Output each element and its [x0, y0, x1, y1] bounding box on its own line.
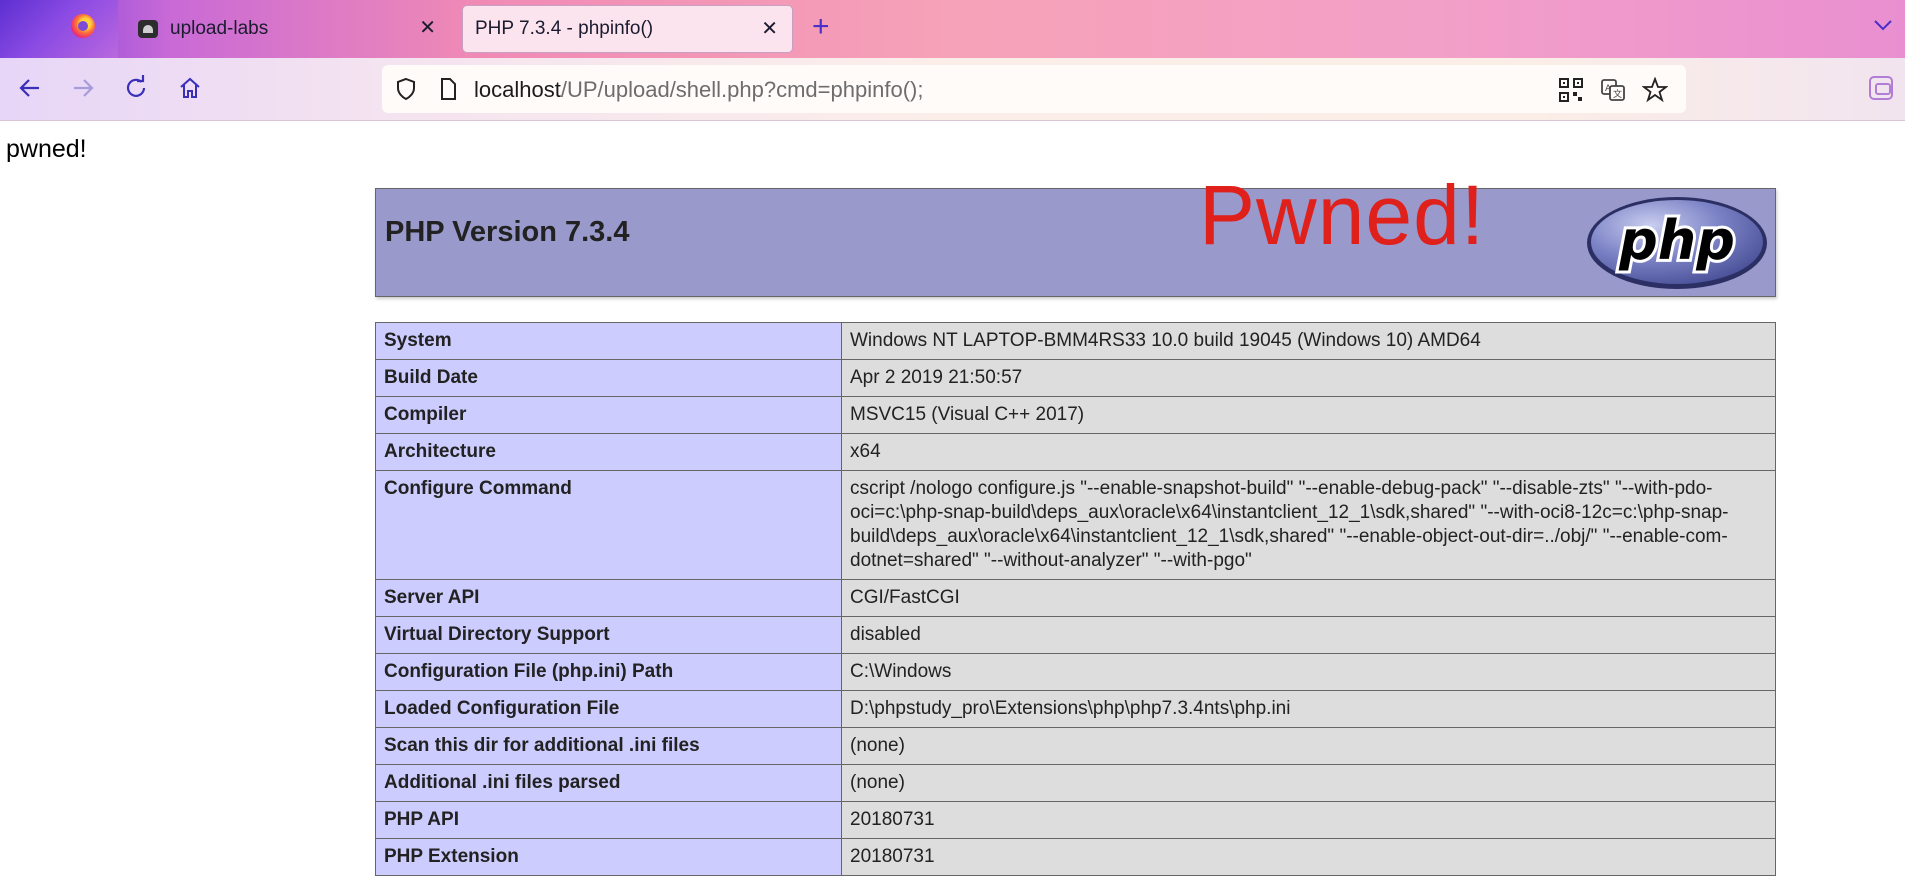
- row-value: Apr 2 2019 21:50:57: [841, 359, 1776, 397]
- firefox-logo-icon: [71, 14, 95, 38]
- table-row: PHP Extension 20180731: [375, 838, 1776, 876]
- tab-favicon-icon: [138, 20, 158, 38]
- url-path: /UP/upload/shell.php?cmd=phpinfo();: [560, 77, 924, 102]
- row-value: (none): [841, 764, 1776, 802]
- tab-phpinfo[interactable]: PHP 7.3.4 - phpinfo() ✕: [462, 5, 793, 53]
- translate-icon[interactable]: A文: [1600, 77, 1626, 103]
- plus-icon[interactable]: +: [812, 8, 830, 46]
- row-value: CGI/FastCGI: [841, 579, 1776, 617]
- qr-code-icon[interactable]: [1558, 77, 1584, 103]
- url-bar[interactable]: localhost/UP/upload/shell.php?cmd=phpinf…: [382, 65, 1686, 113]
- table-row: Configure Command cscript /nologo configu…: [375, 470, 1776, 580]
- table-row: Compiler MSVC15 (Visual C++ 2017): [375, 396, 1776, 434]
- back-arrow-icon[interactable]: [12, 70, 48, 106]
- star-icon[interactable]: [1642, 77, 1668, 103]
- row-value: D:\phpstudy_pro\Extensions\php\php7.3.4n…: [841, 690, 1776, 728]
- echo-output-text: pwned!: [6, 135, 87, 163]
- row-label: Scan this dir for additional .ini files: [375, 727, 842, 765]
- url-host: localhost: [474, 77, 561, 102]
- row-label: Configuration File (php.ini) Path: [375, 653, 842, 691]
- row-value: (none): [841, 727, 1776, 765]
- tab-title: PHP 7.3.4 - phpinfo(): [475, 18, 654, 39]
- row-value: 20180731: [841, 801, 1776, 839]
- row-value: Windows NT LAPTOP-BMM4RS33 10.0 build 19…: [841, 322, 1776, 360]
- table-row: System Windows NT LAPTOP-BMM4RS33 10.0 bu…: [375, 322, 1776, 360]
- row-value: cscript /nologo configure.js "--enable-s…: [841, 470, 1776, 580]
- row-label: Loaded Configuration File: [375, 690, 842, 728]
- chevron-down-icon[interactable]: [1873, 14, 1893, 37]
- table-row: Build Date Apr 2 2019 21:50:57: [375, 359, 1776, 397]
- row-label: Server API: [375, 579, 842, 617]
- row-label: Architecture: [375, 433, 842, 471]
- row-value: 20180731: [841, 838, 1776, 876]
- close-icon[interactable]: ✕: [761, 15, 778, 43]
- page-title: PHP Version 7.3.4: [385, 216, 630, 248]
- home-icon[interactable]: [172, 70, 208, 106]
- tab-strip: upload-labs ✕ PHP 7.3.4 - phpinfo() ✕ +: [0, 0, 1905, 58]
- php-logo-text: php: [1618, 209, 1735, 272]
- row-label: Additional .ini files parsed: [375, 764, 842, 802]
- phpinfo-table: System Windows NT LAPTOP-BMM4RS33 10.0 bu…: [375, 322, 1776, 876]
- row-value: x64: [841, 433, 1776, 471]
- table-row: PHP API 20180731: [375, 801, 1776, 839]
- row-label: Configure Command: [375, 470, 842, 580]
- svg-text:A: A: [1605, 84, 1612, 94]
- table-row: Architecture x64: [375, 433, 1776, 471]
- pwned-overlay-text: Pwned!: [1199, 168, 1486, 262]
- php-logo-icon[interactable]: php php: [1585, 195, 1769, 291]
- php-version-header: PHP Version 7.3.4 Pwned! php php: [375, 168, 1776, 297]
- row-value: C:\Windows: [841, 653, 1776, 691]
- table-row: Scan this dir for additional .ini files(…: [375, 727, 1776, 765]
- row-label: PHP Extension: [375, 838, 842, 876]
- firefox-view-button[interactable]: [0, 0, 118, 58]
- row-label: Compiler: [375, 396, 842, 434]
- row-label: System: [375, 322, 842, 360]
- row-value: disabled: [841, 616, 1776, 654]
- page-icon[interactable]: [436, 77, 460, 101]
- nav-toolbar: localhost/UP/upload/shell.php?cmd=phpinf…: [0, 58, 1905, 121]
- table-row: Server API CGI/FastCGI: [375, 579, 1776, 617]
- tab-upload-labs[interactable]: upload-labs ✕: [128, 5, 450, 53]
- reload-icon[interactable]: [118, 70, 154, 106]
- row-label: PHP API: [375, 801, 842, 839]
- table-row: Additional .ini files parsed (none): [375, 764, 1776, 802]
- row-label: Build Date: [375, 359, 842, 397]
- close-icon[interactable]: ✕: [419, 14, 436, 42]
- table-row: Configuration File (php.ini) Path C:\Wind…: [375, 653, 1776, 691]
- url-text[interactable]: localhost/UP/upload/shell.php?cmd=phpinf…: [474, 77, 923, 103]
- table-row: Virtual Directory Support disabled: [375, 616, 1776, 654]
- table-row: Loaded Configuration File D:\phpstudy_pro…: [375, 690, 1776, 728]
- forward-arrow-icon[interactable]: [65, 70, 101, 106]
- extension-icon[interactable]: [1869, 76, 1893, 100]
- tab-title: upload-labs: [170, 18, 269, 39]
- svg-text:文: 文: [1613, 88, 1622, 100]
- row-label: Virtual Directory Support: [375, 616, 842, 654]
- row-value: MSVC15 (Visual C++ 2017): [841, 396, 1776, 434]
- shield-icon[interactable]: [394, 77, 418, 101]
